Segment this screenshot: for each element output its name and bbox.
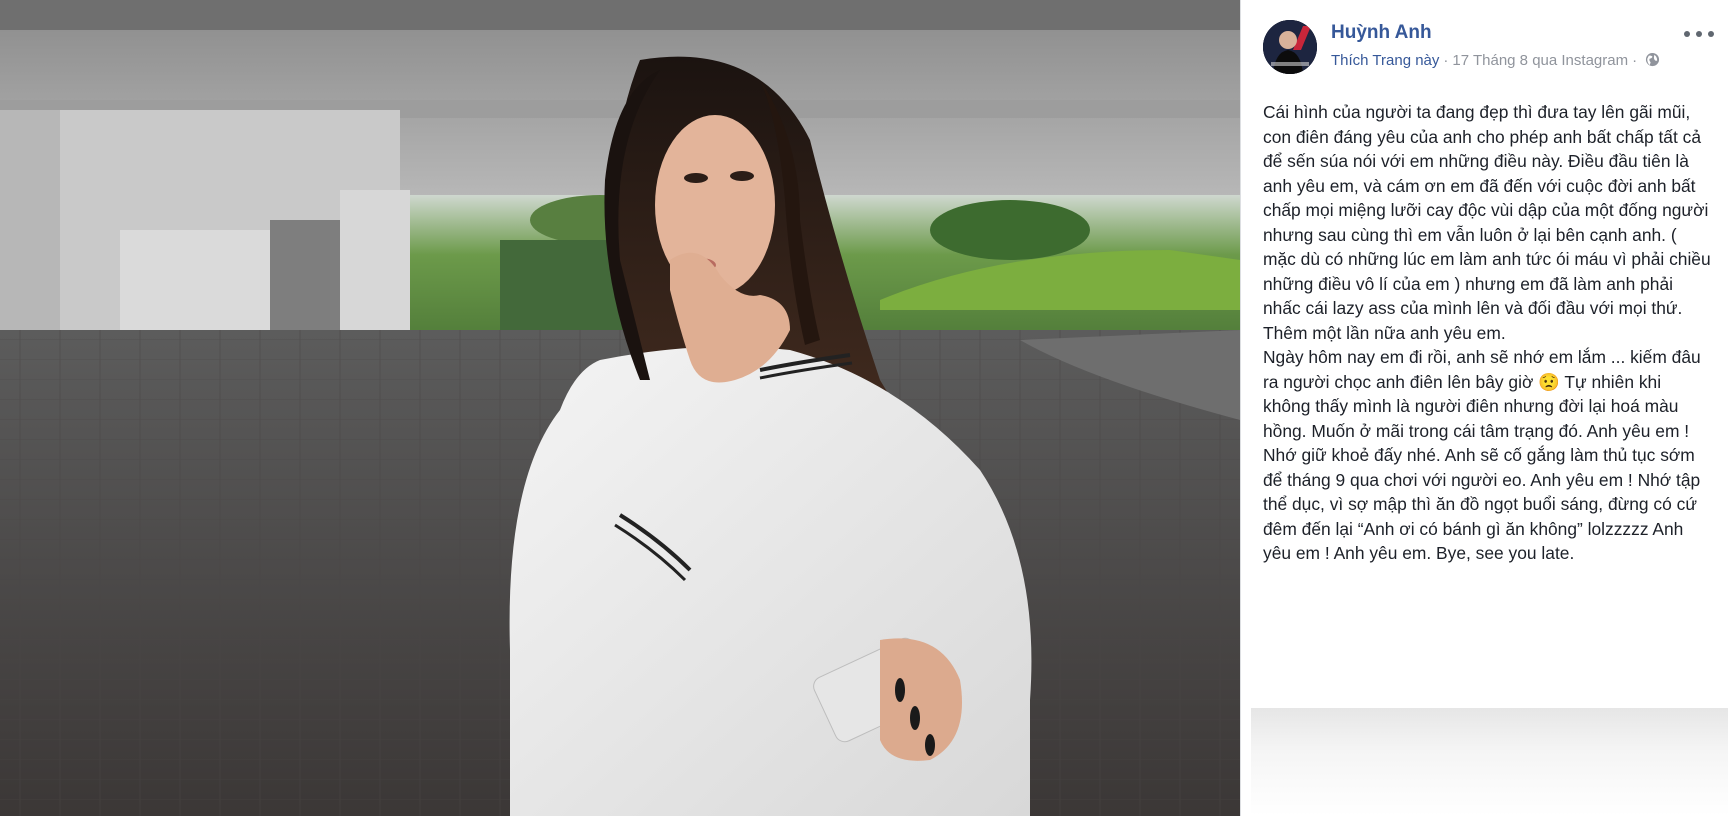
photo-image [0,0,1240,816]
separator-dot: · [1443,52,1449,69]
avatar-image [1263,20,1317,74]
worried-emoji-icon: 😟 [1538,371,1560,392]
post-details-panel: Huỳnh Anh Thích Trang này · 17 Tháng 8 qua… [1240,0,1728,816]
separator-dot: · [1632,52,1638,69]
globe-icon[interactable] [1645,52,1660,67]
author-name[interactable]: Huỳnh Anh [1331,22,1432,44]
post-paragraph-1: Cái hình của người ta đang đẹp thì đưa t… [1263,102,1716,343]
post-meta: Thích Trang này · 17 Tháng 8 qua Instagram… [1331,52,1660,69]
post-text: Cái hình của người ta đang đẹp thì đưa t… [1263,100,1711,566]
avatar[interactable] [1263,20,1317,74]
post-timestamp[interactable]: 17 Tháng 8 qua Instagram [1452,52,1628,69]
post-paragraph-2b: Tự nhiên khi không thấy mình là người đi… [1263,371,1706,564]
like-page-link[interactable]: Thích Trang này [1331,52,1439,69]
post-photo[interactable] [0,0,1240,816]
more-icon[interactable] [1684,24,1714,44]
comments-area [1251,708,1728,816]
